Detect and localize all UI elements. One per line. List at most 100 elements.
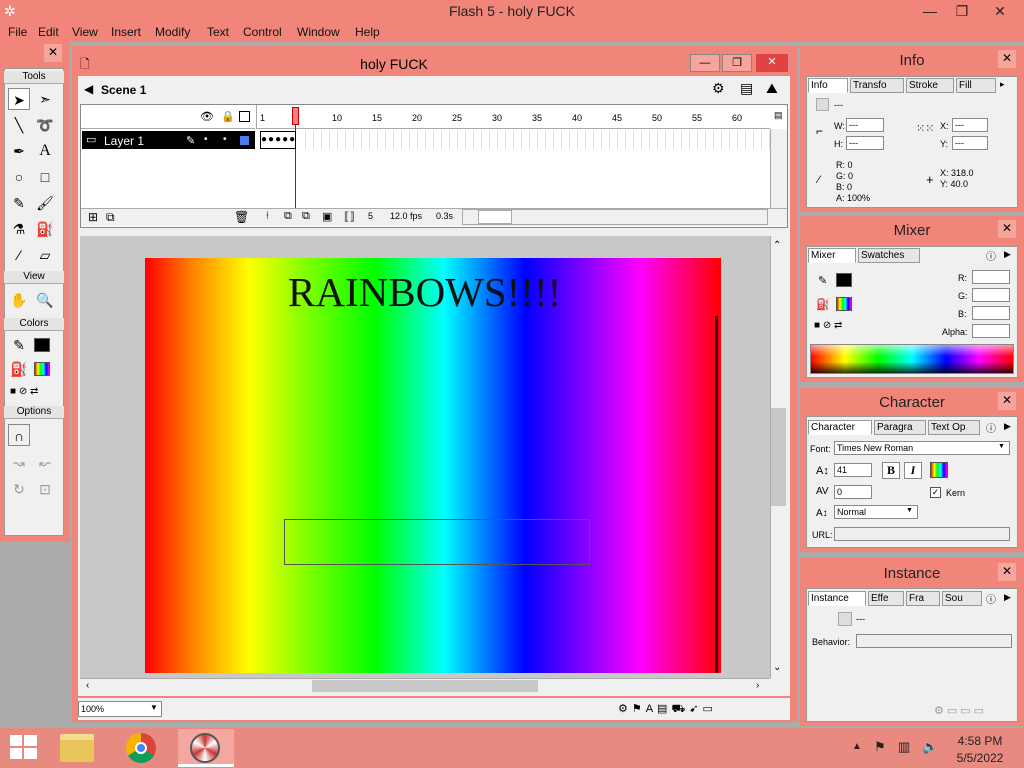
timeline-vscroll[interactable] [770, 129, 787, 209]
action-center-icon[interactable]: ⚑ [874, 739, 886, 755]
windows-start-icon[interactable] [10, 735, 38, 761]
minimize-button[interactable]: — [912, 0, 948, 22]
stage-text-box[interactable] [284, 519, 590, 565]
brush-tool-icon[interactable]: 🖌 [34, 192, 56, 214]
y-field[interactable]: --- [952, 136, 988, 150]
subselect-tool-icon[interactable]: ➣ [34, 88, 56, 110]
volume-icon[interactable]: 🔈 [922, 739, 938, 755]
swap-colors-icon[interactable]: ■ ⊘ ⇄ [10, 386, 56, 400]
line-tool-icon[interactable]: ╲ [8, 114, 30, 136]
show-hidden-icons-icon[interactable]: ▲ [852, 741, 862, 752]
playhead-marker[interactable] [292, 107, 299, 125]
w-field[interactable]: --- [846, 118, 884, 132]
outline-layers-icon[interactable] [239, 111, 250, 122]
tracking-field[interactable]: 0 [834, 485, 872, 499]
layer-frames[interactable]: ●●●●● [260, 131, 296, 149]
timeline-menu-icon[interactable]: ▤ [774, 110, 783, 121]
bold-button[interactable]: B [882, 462, 900, 479]
paint-bucket-icon[interactable]: ⛽ [34, 218, 56, 240]
layer-color-box[interactable] [240, 136, 249, 145]
menu-edit[interactable]: Edit [38, 25, 59, 39]
mixer-b-field[interactable] [972, 306, 1010, 320]
stage-hscroll-thumb[interactable] [312, 680, 538, 692]
tab-stroke[interactable]: Stroke [906, 78, 954, 93]
mixer-g-field[interactable] [972, 288, 1010, 302]
tab-effect[interactable]: Effe [868, 591, 904, 606]
scroll-left-icon[interactable]: ‹ [86, 680, 89, 691]
doc-close-button[interactable]: ✕ [756, 54, 788, 72]
magnet-icon[interactable]: ∩ [8, 424, 30, 446]
menu-file[interactable]: File [8, 25, 27, 39]
eraser-tool-icon[interactable]: ▱ [34, 244, 56, 266]
italic-button[interactable]: I [904, 462, 922, 479]
menu-control[interactable]: Control [243, 25, 282, 39]
edit-multiple-frames-icon[interactable]: ▣ [322, 210, 332, 223]
zoom-control-icon[interactable]: ⛰ [766, 80, 778, 97]
tab-mixer[interactable]: Mixer [808, 248, 856, 263]
character-close-icon[interactable]: ✕ [998, 392, 1016, 410]
color-spectrum-picker[interactable] [810, 344, 1014, 374]
modify-onion-markers-icon[interactable]: ⟦⟧ [344, 210, 355, 223]
timeline-hscroll-thumb[interactable] [478, 210, 512, 224]
empty-frames-track[interactable] [298, 131, 770, 149]
show-hide-layers-icon[interactable]: 👁 [200, 110, 214, 123]
tab-character[interactable]: Character [808, 420, 872, 435]
mixer-stroke-swatch[interactable] [836, 273, 852, 287]
smooth-icon[interactable]: ↝ [8, 452, 30, 474]
zoom-tool-icon[interactable]: 🔍 [34, 289, 56, 311]
network-icon[interactable]: ▥ [898, 739, 910, 755]
clock-time[interactable]: 4:58 PM [946, 734, 1014, 748]
tab-instance[interactable]: Instance [808, 591, 866, 606]
menu-help[interactable]: Help [355, 25, 380, 39]
pencil-tool-icon[interactable]: ✎ [8, 192, 30, 214]
mixer-alpha-field[interactable] [972, 324, 1010, 338]
font-select[interactable]: Times New Roman [834, 441, 1010, 455]
stage-rainbow-gradient[interactable] [145, 258, 721, 673]
menu-view[interactable]: View [72, 25, 98, 39]
instance-close-icon[interactable]: ✕ [998, 563, 1016, 581]
scroll-down-icon[interactable]: ⌄ [773, 662, 781, 673]
center-frame-icon[interactable]: ⍿ [266, 210, 269, 223]
character-menu-icon[interactable]: ▶ [1004, 421, 1011, 432]
straighten-icon[interactable]: ↜ [34, 452, 56, 474]
add-guide-layer-icon[interactable]: ⧉ [106, 210, 115, 225]
tools-close-icon[interactable]: ✕ [44, 44, 62, 62]
ink-bottle-icon[interactable]: ⚗ [8, 218, 30, 240]
mixer-menu-icon[interactable]: ▶ [1004, 249, 1011, 260]
tab-fill[interactable]: Fill [956, 78, 996, 93]
restore-button[interactable]: ❐ [944, 0, 980, 22]
lasso-tool-icon[interactable]: ➰ [34, 114, 56, 136]
file-explorer-icon[interactable] [60, 734, 94, 762]
url-field[interactable] [834, 527, 1010, 541]
scroll-up-icon[interactable]: ⌃ [773, 240, 781, 251]
hand-tool-icon[interactable]: ✋ [8, 289, 30, 311]
lock-layers-icon[interactable]: 🔒 [221, 110, 235, 123]
close-button[interactable]: ✕ [982, 0, 1018, 22]
tab-swatches[interactable]: Swatches [858, 248, 920, 263]
mixer-help-icon[interactable]: ⓘ [986, 248, 996, 263]
edit-symbols-icon[interactable]: ▤ [740, 80, 753, 97]
scene-back-icon[interactable]: ◀ [84, 82, 93, 96]
delete-layer-icon[interactable]: 🗑 [234, 210, 249, 224]
panel-help-icon[interactable]: ▸ [1000, 79, 1005, 90]
layer-name[interactable]: Layer 1 [104, 134, 144, 148]
instance-help-icon[interactable]: ⓘ [986, 591, 996, 606]
stroke-color-swatch[interactable] [34, 338, 50, 352]
layer-visible-dot[interactable]: • [204, 134, 208, 145]
text-color-swatch[interactable] [930, 462, 948, 478]
chrome-icon[interactable] [126, 733, 156, 763]
doc-restore-button[interactable]: ❐ [722, 54, 752, 72]
behavior-select[interactable] [856, 634, 1012, 648]
stage-vscroll-thumb[interactable] [771, 408, 786, 506]
kern-checkbox[interactable]: ✓ [930, 487, 941, 498]
menu-text[interactable]: Text [207, 25, 229, 39]
rectangle-tool-icon[interactable]: □ [34, 166, 56, 188]
font-dropdown-icon[interactable]: ▼ [998, 443, 1005, 450]
mixer-r-field[interactable] [972, 270, 1010, 284]
font-size-field[interactable]: 41 [834, 463, 872, 477]
dropper-tool-icon[interactable]: ⁄ [8, 244, 30, 266]
stage-title-text[interactable]: RAINBOWS!!!! [288, 268, 561, 316]
scale-icon[interactable]: ⊡ [34, 478, 56, 500]
insert-layer-icon[interactable]: ⊞ [88, 210, 98, 224]
arrow-tool-icon[interactable]: ➤ [8, 88, 30, 110]
